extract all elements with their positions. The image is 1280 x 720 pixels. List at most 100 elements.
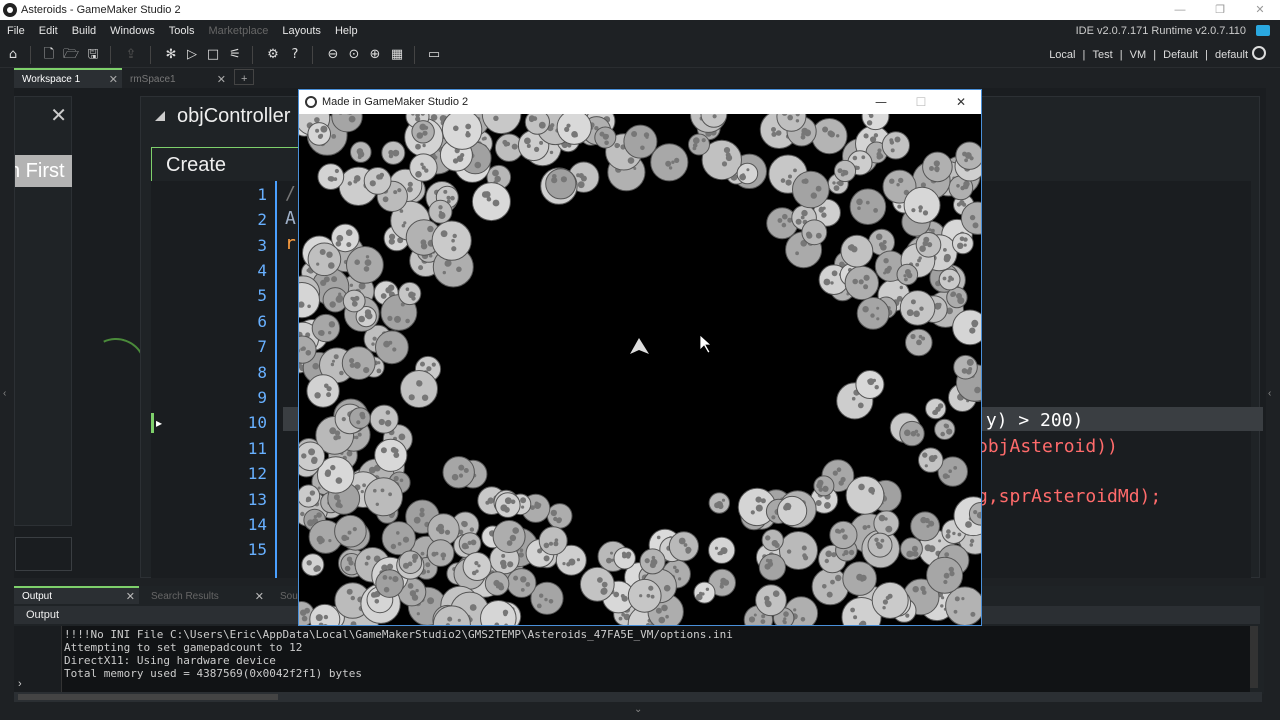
save-icon[interactable]: 🖫 [84,46,102,64]
target-compiler[interactable]: VM [1128,49,1149,61]
asteroid [650,143,689,182]
target-config-name[interactable]: default [1213,49,1250,61]
asteroid [736,162,759,185]
grid-icon[interactable]: ▦ [388,46,406,64]
tab-workspace-1[interactable]: Workspace 1 ✕ [14,68,122,88]
close-icon[interactable]: ✕ [217,70,226,90]
asteroid [307,242,342,277]
minimize-button[interactable]: — [861,90,901,114]
collapse-right-icon[interactable]: ‹ [1268,388,1271,399]
target-settings-icon[interactable] [1252,46,1266,60]
add-workspace-button[interactable]: + [234,69,255,85]
menu-bar: File Edit Build Windows Tools Marketplac… [0,20,1280,42]
output-scrollbar[interactable] [1250,626,1258,688]
line-number: 2 [257,210,267,229]
target-config[interactable]: Local | Test | VM | Default | default [1047,42,1250,68]
event-chip[interactable]: n First [15,155,72,187]
menu-build[interactable]: Build [65,20,103,42]
gear-icon[interactable]: ⚙ [264,46,282,64]
asteroid [708,492,730,514]
menu-help[interactable]: Help [328,20,365,42]
asteroid [855,370,885,399]
toolbar-separator [252,46,253,64]
stop-icon[interactable]: □ [204,46,222,64]
prompt-icon: › [18,678,22,690]
toolbar-separator [414,46,415,64]
export-icon[interactable]: ⇪ [122,46,140,64]
zoom-in-icon[interactable]: ⊕ [366,46,384,64]
line-number: 1 [257,185,267,204]
zoom-reset-icon[interactable]: ⊙ [345,46,363,64]
debug-icon[interactable]: ✻ [162,46,180,64]
output-horizontal-scrollbar[interactable] [14,692,1262,702]
target-sep: | [1153,49,1157,61]
collapse-left-icon[interactable]: ‹ [3,388,6,399]
asteroid [952,232,974,255]
target-platform[interactable]: Local [1047,49,1077,61]
play-icon[interactable]: ▷ [183,46,201,64]
add-event-button[interactable] [15,537,72,571]
menu-file[interactable]: File [0,20,32,42]
new-file-icon[interactable]: 🗋 [40,46,58,64]
scrollbar-thumb[interactable] [18,694,278,700]
target-device[interactable]: Default [1161,49,1200,61]
zoom-out-icon[interactable]: ⊖ [324,46,342,64]
output-log[interactable]: !!!!No INI File C:\Users\Eric\AppData\Lo… [14,626,1250,692]
collapse-bottom-icon[interactable]: ⌄ [634,704,642,715]
window-title: Asteroids - GameMaker Studio 2 [21,4,181,16]
player-ship [630,338,649,354]
asteroid [867,532,893,558]
maximize-button[interactable]: ☐ [901,90,941,114]
asteroid [411,120,435,144]
asteroid [375,330,409,365]
asteroid [442,456,475,489]
game-window[interactable]: Made in GameMaker Studio 2 — ☐ ✕ [298,89,982,626]
close-button[interactable]: ✕ [941,90,981,114]
tab-create-event[interactable]: Create [151,147,301,181]
close-button[interactable]: ✕ [1240,0,1280,20]
asteroid [364,477,403,517]
asteroid [903,186,941,224]
close-icon[interactable]: ✕ [50,103,67,127]
asteroid [484,571,510,596]
menu-windows[interactable]: Windows [103,20,162,42]
tab-search-results[interactable]: Search Results ✕ [143,586,268,604]
minimize-button[interactable]: — [1160,0,1200,20]
game-titlebar: Made in GameMaker Studio 2 — ☐ ✕ [299,90,981,114]
asteroid [299,441,326,472]
asteroid [556,114,592,145]
asteroid [381,140,406,165]
tab-rmspace1[interactable]: rmSpace1 ✕ [122,68,230,88]
menu-tools[interactable]: Tools [162,20,202,42]
tab-output[interactable]: Output ✕ [14,586,139,604]
chat-icon[interactable] [1256,25,1270,36]
asteroid [369,404,399,434]
asteroid [428,199,453,224]
code-line-2: A [285,208,296,229]
toolbar-separator [312,46,313,64]
broom-icon[interactable]: ⚟ [226,46,244,64]
asteroid [334,514,367,548]
asteroid [899,290,936,326]
monitor-icon[interactable]: ▭ [425,46,443,64]
asteroid [896,263,919,286]
open-folder-icon[interactable]: 🗁 [62,46,80,64]
restore-button[interactable]: ❐ [1200,0,1240,20]
asteroid [441,114,483,150]
close-icon[interactable]: ✕ [255,588,264,606]
tab-label: Search Results [151,591,219,602]
help-icon[interactable]: ? [286,46,304,64]
game-canvas[interactable] [299,114,981,625]
target-mode[interactable]: Test [1090,49,1114,61]
menu-edit[interactable]: Edit [32,20,65,42]
home-icon[interactable]: ⌂ [4,46,22,64]
line-number: 15 [247,540,267,559]
menu-layouts[interactable]: Layouts [275,20,328,42]
asteroid [350,141,372,163]
collapse-icon[interactable] [155,111,165,121]
asteroid [668,531,699,562]
close-icon[interactable]: ✕ [126,588,135,606]
asteroid [829,520,858,550]
close-icon[interactable]: ✕ [109,70,118,90]
menu-marketplace[interactable]: Marketplace [201,20,275,42]
